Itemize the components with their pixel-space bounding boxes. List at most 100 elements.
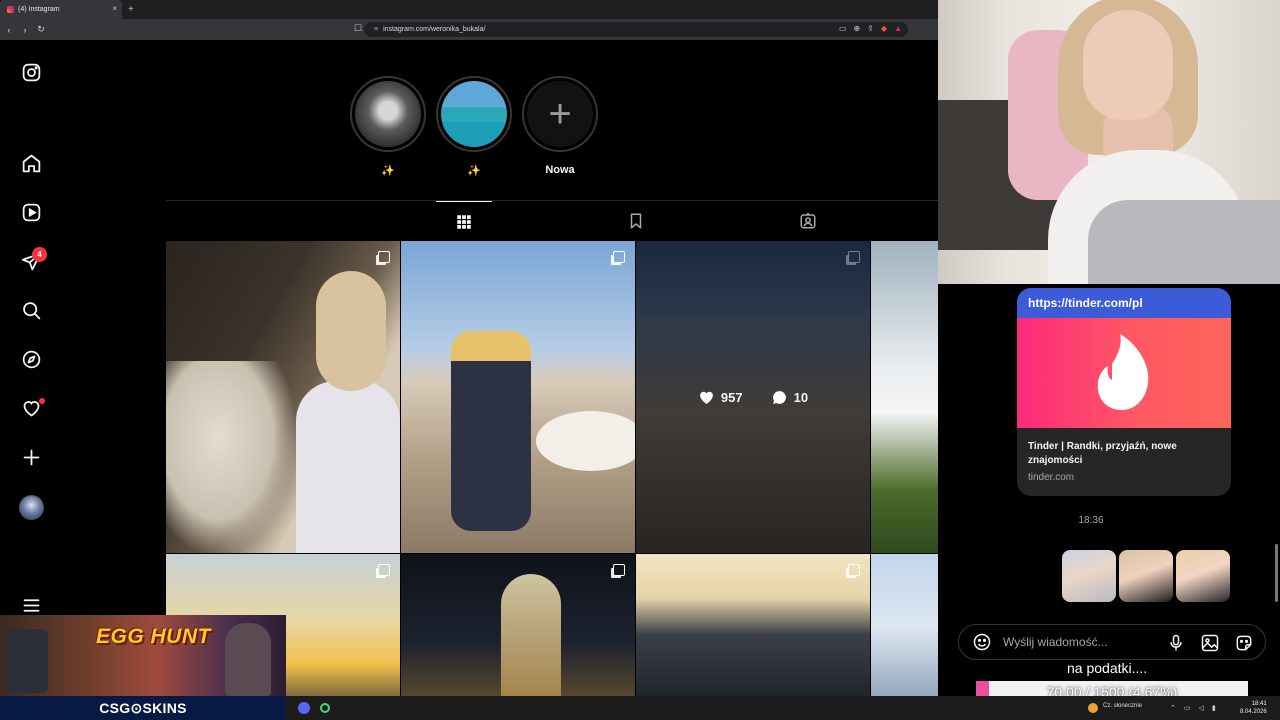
bookmark-icon[interactable]: ☐ [354, 23, 362, 34]
reload-button[interactable]: ↻ [34, 24, 48, 35]
cast-icon[interactable]: ▭ [839, 24, 847, 33]
carousel-icon [378, 564, 390, 576]
share-icon[interactable]: ⇪ [867, 24, 874, 33]
taskbar-clock[interactable]: 18:41 8.04.2026 [1240, 700, 1267, 716]
forward-button[interactable]: › [18, 25, 32, 35]
messages-badge: 4 [32, 247, 47, 262]
highlight-label: ✨ [381, 165, 395, 177]
search-icon[interactable] [20, 299, 43, 322]
plus-icon: + [527, 81, 593, 147]
post-tile[interactable] [636, 554, 870, 696]
shared-photos [1062, 550, 1230, 602]
home-icon[interactable] [20, 152, 43, 175]
instagram-sidebar: 4 [0, 40, 64, 696]
highlight-cover [355, 81, 421, 147]
instagram-icon[interactable] [20, 61, 43, 84]
highlight-item[interactable]: ✨ [436, 76, 512, 178]
likes-value: 957 [720, 389, 743, 405]
chevron-up-icon[interactable]: ⌃ [1170, 704, 1176, 712]
post-hover-overlay: 957 10 [636, 241, 870, 553]
new-tab-button[interactable]: + [128, 4, 134, 15]
post-tile[interactable] [401, 241, 635, 553]
shared-photo[interactable] [1176, 550, 1230, 602]
image-icon[interactable] [1199, 632, 1221, 654]
post-tile[interactable] [166, 241, 400, 553]
comments-count: 10 [771, 389, 808, 406]
post-tile[interactable] [401, 554, 635, 696]
carousel-icon [848, 564, 860, 576]
sticker-icon[interactable] [1233, 632, 1255, 654]
sponsor-title: EGG HUNT [96, 625, 211, 648]
comment-icon [772, 390, 786, 404]
post-tile[interactable] [871, 241, 938, 553]
clock-date: 8.04.2026 [1240, 709, 1267, 715]
discord-icon[interactable] [298, 702, 310, 714]
weather-icon [1088, 703, 1098, 713]
sponsor-banner: EGG HUNT CSG⊙SKINS [0, 615, 286, 720]
heart-icon [700, 391, 713, 404]
likes-count: 957 [698, 389, 743, 406]
carousel-icon [613, 564, 625, 576]
highlight-label: Nowa [545, 164, 575, 176]
comments-value: 10 [793, 389, 809, 405]
back-button[interactable]: ‹ [2, 25, 16, 35]
tab-saved[interactable] [608, 201, 664, 241]
volume-icon[interactable]: ◁ [1199, 704, 1204, 712]
post-tile[interactable]: 957 10 [636, 241, 870, 553]
instagram-page: 4 ✨ ✨ + Nowa 957 10 [0, 40, 938, 696]
post-image-hair [316, 271, 386, 391]
link-preview-image [1017, 318, 1231, 428]
app-icon[interactable] [320, 703, 330, 713]
link-preview-domain: tinder.com [1028, 472, 1075, 483]
dm-chat-panel: https://tinder.com/pl Tinder | Randki, p… [938, 284, 1280, 680]
address-bar-actions: ▭ ⊕ ⇪ ◆ ▲ [839, 24, 902, 33]
post-image-table [536, 411, 635, 471]
link-preview-url[interactable]: https://tinder.com/pl [1017, 288, 1231, 318]
story-highlights: ✨ ✨ + Nowa [350, 76, 598, 178]
rewards-icon[interactable]: ▲ [894, 24, 902, 33]
profile-avatar[interactable] [19, 495, 44, 520]
webcam-overlay [938, 0, 1280, 284]
highlight-item[interactable]: ✨ [350, 76, 426, 178]
webcam-pants [1088, 200, 1280, 284]
address-bar[interactable]: ≡ instagram.com/weronika_bukala/ ▭ ⊕ ⇪ ◆… [364, 22, 908, 37]
shared-photo[interactable] [1119, 550, 1173, 602]
zoom-icon[interactable]: ⊕ [854, 24, 861, 33]
tinder-flame-icon [1097, 334, 1149, 410]
message-input[interactable] [1003, 635, 1133, 649]
browser-tab-instagram[interactable]: (4) Instagram × [0, 0, 122, 19]
battery-icon[interactable]: ▮ [1212, 704, 1216, 712]
os-taskbar: Cz. słonecznie ⌃ ▭ ◁ ▮ 18:41 8.04.2026 [286, 696, 1280, 720]
profile-tabs [166, 200, 938, 240]
tagged-icon [800, 212, 816, 229]
network-icon[interactable]: ▭ [1184, 704, 1191, 712]
link-preview-title: Tinder | Randki, przyjaźń, nowe znajomoś… [1028, 441, 1177, 466]
more-icon[interactable] [20, 594, 43, 617]
link-preview-card[interactable]: https://tinder.com/pl Tinder | Randki, p… [1017, 288, 1231, 496]
instagram-favicon-icon [7, 6, 14, 13]
tab-title: (4) Instagram [18, 6, 60, 13]
tab-tagged[interactable] [780, 201, 836, 241]
tab-close-icon[interactable]: × [112, 4, 117, 13]
post-image-dome [501, 574, 561, 696]
brave-shield-icon[interactable]: ◆ [881, 24, 887, 33]
sponsor-brand: CSG⊙SKINS [0, 696, 286, 720]
saved-icon [630, 213, 642, 229]
create-icon[interactable] [20, 446, 43, 469]
highlight-cover [441, 81, 507, 147]
carousel-icon [378, 251, 390, 263]
post-image-person [451, 331, 531, 531]
shared-photo[interactable] [1062, 550, 1116, 602]
highlight-label: ✨ [467, 165, 481, 177]
tab-posts[interactable] [436, 201, 492, 241]
emoji-icon[interactable] [971, 631, 993, 653]
microphone-icon[interactable] [1165, 632, 1187, 654]
site-info-icon[interactable]: ≡ [374, 26, 378, 33]
composer-actions [1165, 632, 1255, 654]
explore-icon[interactable] [20, 348, 43, 371]
reels-icon[interactable] [20, 201, 43, 224]
post-tile[interactable] [871, 554, 938, 696]
chat-scrollbar[interactable] [1275, 544, 1278, 602]
address-bar-url: instagram.com/weronika_bukala/ [383, 26, 486, 33]
new-highlight-button[interactable]: + Nowa [522, 76, 598, 178]
